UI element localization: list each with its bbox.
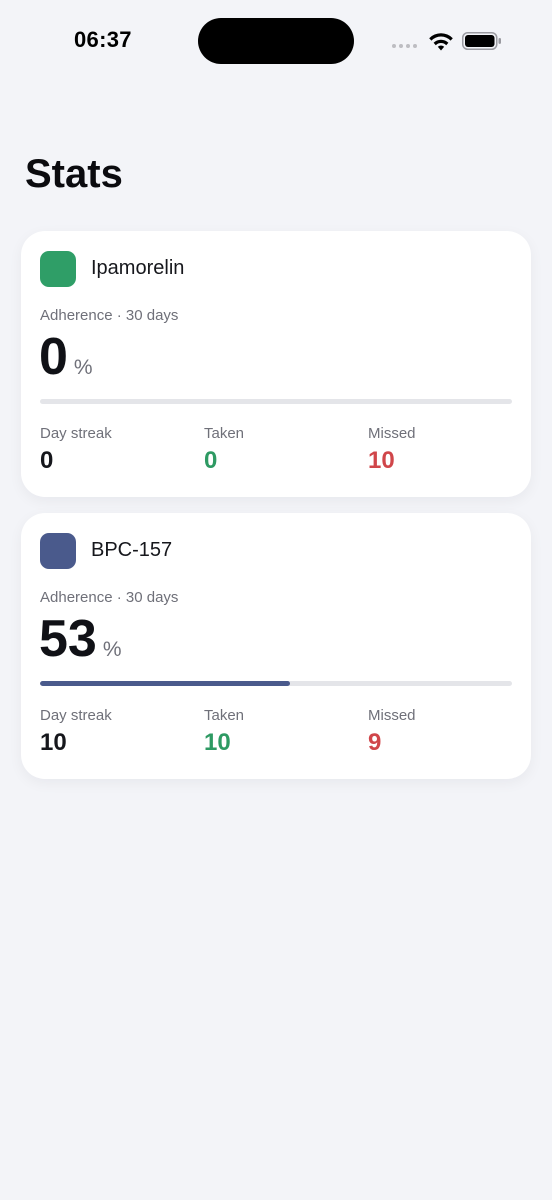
signal-dots-icon (392, 44, 417, 48)
color-swatch (40, 251, 76, 287)
adherence-label: Adherence · 30 days (40, 307, 179, 324)
adherence-progress-bar (40, 681, 512, 686)
taken-label: Taken (204, 425, 245, 442)
adherence-progress-bar (40, 399, 512, 404)
color-swatch (40, 533, 76, 569)
adherence-unit: % (102, 638, 122, 661)
taken-value: 0 (204, 447, 218, 474)
stat-day-streak: Day streak 10 (40, 707, 112, 757)
stat-taken: Taken 0 (204, 425, 244, 475)
adherence-value: 0 % (39, 331, 93, 383)
adherence-progress-fill (40, 681, 291, 686)
stat-taken: Taken 10 (204, 707, 244, 757)
adherence-number: 0 (39, 328, 68, 386)
taken-value: 10 (204, 729, 231, 756)
battery-icon (462, 32, 501, 50)
missed-value: 10 (368, 447, 395, 474)
missed-label: Missed (368, 707, 416, 724)
wifi-icon (429, 33, 453, 51)
day-streak-label: Day streak (40, 707, 112, 724)
card-title: Ipamorelin (91, 257, 185, 279)
taken-label: Taken (204, 707, 245, 724)
page-title: Stats (25, 152, 123, 196)
day-streak-label: Day streak (40, 425, 112, 442)
status-bar: 06:37 (0, 0, 552, 82)
day-streak-value: 0 (40, 447, 54, 474)
adherence-unit: % (73, 356, 93, 379)
day-streak-value: 10 (40, 729, 67, 756)
adherence-number: 53 (39, 610, 97, 668)
stat-missed: Missed 9 (368, 707, 416, 757)
dynamic-island (198, 18, 354, 64)
missed-value: 9 (368, 729, 382, 756)
stats-card-bpc-157[interactable]: BPC-157 Adherence · 30 days 53 % Day str… (21, 513, 531, 779)
adherence-label: Adherence · 30 days (40, 589, 179, 606)
stats-card-ipamorelin[interactable]: Ipamorelin Adherence · 30 days 0 % Day s… (21, 231, 531, 497)
stat-day-streak: Day streak 0 (40, 425, 112, 475)
missed-label: Missed (368, 425, 416, 442)
card-title: BPC-157 (91, 539, 173, 561)
status-time: 06:37 (74, 27, 132, 52)
adherence-value: 53 % (39, 613, 122, 665)
stat-missed: Missed 10 (368, 425, 416, 475)
